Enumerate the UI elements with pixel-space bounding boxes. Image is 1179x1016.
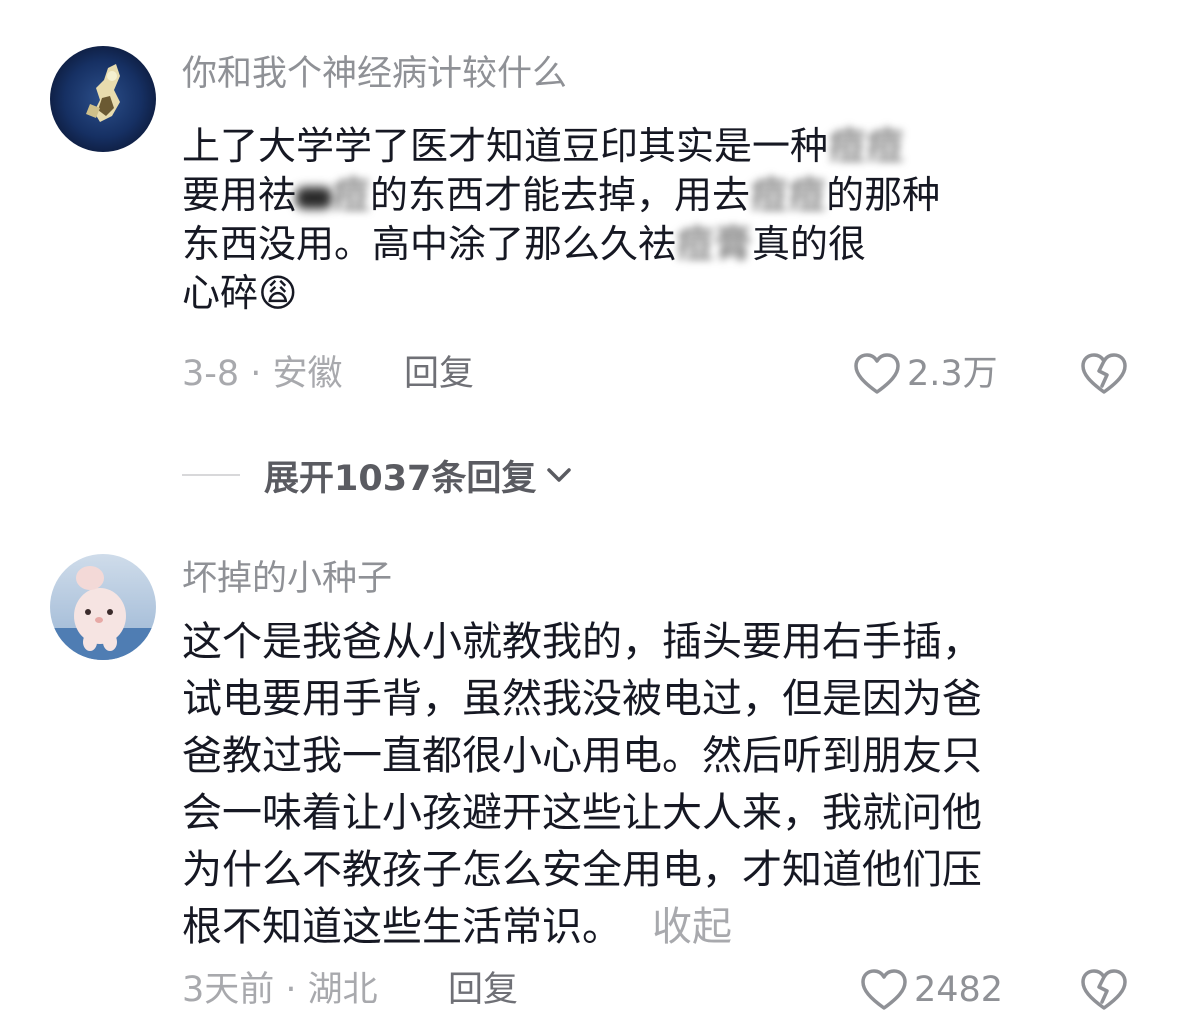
heart-outline-icon [861,969,907,1010]
comment-text: 这个是我爸从小就教我的，插头要用右手插， 试电要用手背，虽然我没被电过，但是因为… [182,619,982,950]
reply-button[interactable]: 回复 [404,352,474,396]
blurred-text: 痘痘 [828,124,905,168]
like-count: 2482 [914,970,1004,1010]
divider [182,474,240,476]
comment-date-location: 3-8 · 安徽 [182,354,343,394]
dislike-button[interactable] [1080,968,1128,1016]
like-count: 2.3万 [907,354,998,394]
blurred-text: 痘 [332,173,371,217]
dislike-button[interactable] [1080,352,1128,400]
blurred-text: 痘痘 [750,173,827,217]
avatar[interactable] [50,46,156,152]
expand-replies-button[interactable]: 展开1037条回复 [182,453,576,499]
username[interactable]: 你和我个神经病计较什么 [182,52,567,96]
expand-replies-label: 展开1037条回复 [264,458,537,499]
collapse-button[interactable]: 收起 [652,904,732,950]
chevron-down-icon [547,468,572,482]
crying-emoji-icon: 😩 [258,271,298,315]
redaction-mark [296,186,333,209]
blurred-text: 痘膏 [676,222,753,266]
comment-date-location: 3天前 · 湖北 [182,970,378,1010]
like-button[interactable]: 2482 [860,968,1003,1012]
broken-heart-icon [1081,969,1127,1010]
anime-avatar-icon [50,46,156,152]
broken-heart-icon [1081,353,1127,394]
like-button[interactable]: 2.3万 [853,352,998,396]
reply-button[interactable]: 回复 [448,968,518,1012]
heart-outline-icon [854,353,900,394]
avatar[interactable] [50,554,156,660]
plush-toy-avatar-icon [50,554,156,660]
username[interactable]: 坏掉的小种子 [182,557,392,601]
comment-text: 上了大学学了医才知道豆印其实是一种痘痘 要用祛 痘的东西才能去掉，用去痘痘的那种 … [182,124,941,315]
